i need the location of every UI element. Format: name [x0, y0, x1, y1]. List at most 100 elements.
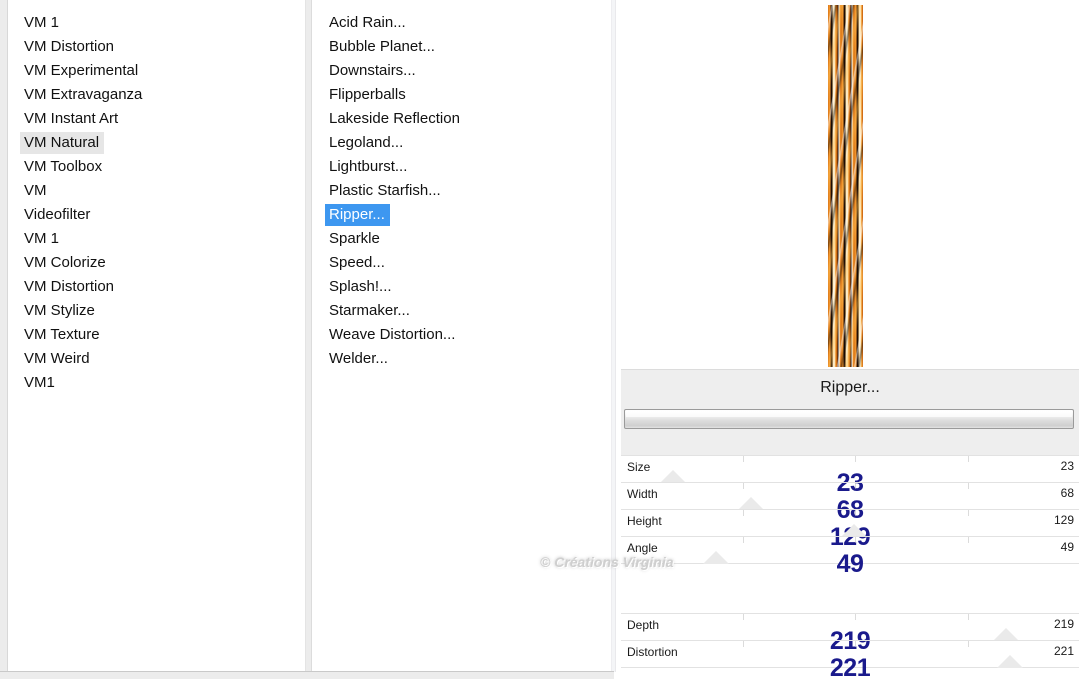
category-item-label: Videofilter: [24, 206, 91, 223]
effect-item-label: Sparkle: [329, 230, 380, 247]
slider-spacer: [621, 667, 1079, 679]
effect-list-item[interactable]: Bubble Planet...: [313, 35, 612, 59]
slider-label: Depth: [627, 618, 660, 632]
category-list-item[interactable]: VM Distortion: [8, 275, 305, 299]
category-item-label: VM Stylize: [24, 302, 95, 319]
effect-list-item[interactable]: Ripper...: [313, 203, 612, 227]
slider-value: 219: [1053, 617, 1074, 631]
effect-item-label: Speed...: [329, 254, 385, 271]
category-item-label: VM Natural: [20, 132, 105, 154]
effect-list-item[interactable]: Lightburst...: [313, 155, 612, 179]
effect-preview-area: [617, 0, 1079, 368]
effect-list-item[interactable]: Lakeside Reflection: [313, 107, 612, 131]
slider-value: 221: [1053, 644, 1074, 658]
slider-label: Size: [627, 460, 651, 474]
slider-handle[interactable]: [703, 551, 729, 564]
slider-value: 49: [1060, 540, 1074, 554]
category-list-item[interactable]: VM 1: [8, 11, 305, 35]
effect-list-item[interactable]: Sparkle: [313, 227, 612, 251]
slider-row[interactable]: Width 68 68: [621, 482, 1079, 524]
plugin-browser-window: VM 1 VM Distortion VM Experimental VM Extra…: [0, 0, 1079, 679]
effect-list-item[interactable]: Plastic Starfish...: [313, 179, 612, 203]
slider-value: 23: [1060, 459, 1074, 473]
slider-label: Distortion: [627, 645, 678, 659]
effect-item-label: Flipperballs: [329, 86, 406, 103]
effect-list-item[interactable]: Splash!...: [313, 275, 612, 299]
category-item-label: VM Distortion: [24, 278, 115, 295]
effect-list-item[interactable]: Speed...: [313, 251, 612, 275]
category-item-label: VM 1: [24, 230, 60, 247]
slider-label: Angle: [627, 541, 658, 555]
category-list-item[interactable]: VM Distortion: [8, 35, 305, 59]
category-list-item[interactable]: VM: [8, 179, 305, 203]
column-divider-1: [305, 0, 312, 672]
category-item-label: VM1: [24, 374, 55, 391]
slider-row[interactable]: Angle 49 49: [621, 536, 1079, 578]
effect-list-item[interactable]: Starmaker...: [313, 299, 612, 323]
category-item-label: VM Instant Art: [24, 110, 119, 127]
effect-item-label: Acid Rain...: [329, 14, 406, 31]
category-list-item[interactable]: VM Experimental: [8, 59, 305, 83]
effect-list-item[interactable]: Flipperballs: [313, 83, 612, 107]
left-gutter: [0, 0, 8, 672]
category-list-item[interactable]: VM Colorize: [8, 251, 305, 275]
effect-item-label: Splash!...: [329, 278, 392, 295]
slider-row[interactable]: Depth 219 219: [621, 613, 1079, 655]
effect-list-item[interactable]: Weave Distortion...: [313, 323, 612, 347]
slider-group: Size 23 23 Width 68 68 Height 129 129 Angle 49 49 De…: [621, 455, 1079, 679]
plugin-category-list[interactable]: VM 1 VM Distortion VM Experimental VM Extra…: [8, 0, 305, 672]
slider-label: Height: [627, 514, 662, 528]
slider-row[interactable]: Distortion 221 221: [621, 640, 1079, 679]
scrollbar-thumb[interactable]: [626, 411, 1072, 417]
category-item-label: VM Distortion: [24, 38, 115, 55]
plugin-effect-list[interactable]: Acid Rain... Bubble Planet... Downstairs..…: [313, 0, 612, 672]
effect-list-item[interactable]: Legoland...: [313, 131, 612, 155]
category-item-label: VM Weird: [24, 350, 90, 367]
category-item-label: VM 1: [24, 14, 60, 31]
horizontal-scrollbar[interactable]: [624, 409, 1074, 429]
effect-settings-panel: Ripper... Size 23 23 Width 68 68 Height 129 129 A…: [617, 0, 1079, 679]
slider-value: 68: [1060, 486, 1074, 500]
category-list-item[interactable]: Videofilter: [8, 203, 305, 227]
effect-item-label: Plastic Starfish...: [329, 182, 441, 199]
slider-spacer: [621, 591, 1079, 613]
slider-value: 129: [1053, 513, 1074, 527]
category-list-item[interactable]: VM Instant Art: [8, 107, 305, 131]
effect-list-item[interactable]: Downstairs...: [313, 59, 612, 83]
bottom-strip: [0, 672, 614, 679]
slider-row[interactable]: Size 23 23: [621, 455, 1079, 497]
category-list-item[interactable]: VM Weird: [8, 347, 305, 371]
slider-ticks: [621, 483, 1079, 509]
effect-item-label: Bubble Planet...: [329, 38, 435, 55]
category-list-item[interactable]: VM1: [8, 371, 305, 395]
effect-item-label: Ripper...: [325, 204, 390, 226]
category-list-item[interactable]: VM Natural: [8, 131, 305, 155]
column-divider-2: [611, 0, 616, 672]
effect-item-label: Legoland...: [329, 134, 404, 151]
category-item-label: VM Experimental: [24, 62, 139, 79]
effect-panel-header: Ripper...: [621, 369, 1079, 455]
slider-spacer: [621, 563, 1079, 591]
effect-item-label: Lightburst...: [329, 158, 408, 175]
category-item-label: VM Colorize: [24, 254, 106, 271]
effect-item-label: Downstairs...: [329, 62, 416, 79]
category-item-label: VM Extravaganza: [24, 86, 143, 103]
category-item-label: VM Texture: [24, 326, 100, 343]
category-list-item[interactable]: VM Extravaganza: [8, 83, 305, 107]
effect-list-item[interactable]: Acid Rain...: [313, 11, 612, 35]
category-list-item[interactable]: VM Toolbox: [8, 155, 305, 179]
category-item-label: VM Toolbox: [24, 158, 103, 175]
effect-item-label: Welder...: [329, 350, 388, 367]
slider-ticks: [621, 456, 1079, 482]
effect-item-label: Lakeside Reflection: [329, 110, 460, 127]
effect-item-label: Starmaker...: [329, 302, 410, 319]
category-list-item[interactable]: VM Texture: [8, 323, 305, 347]
slider-ticks: [621, 537, 1079, 563]
effect-item-label: Weave Distortion...: [329, 326, 456, 343]
slider-label: Width: [627, 487, 658, 501]
effect-list-item[interactable]: Welder...: [313, 347, 612, 371]
category-list-item[interactable]: VM 1: [8, 227, 305, 251]
slider-row[interactable]: Height 129 129: [621, 509, 1079, 551]
category-list-item[interactable]: VM Stylize: [8, 299, 305, 323]
slider-handle[interactable]: [997, 655, 1023, 668]
